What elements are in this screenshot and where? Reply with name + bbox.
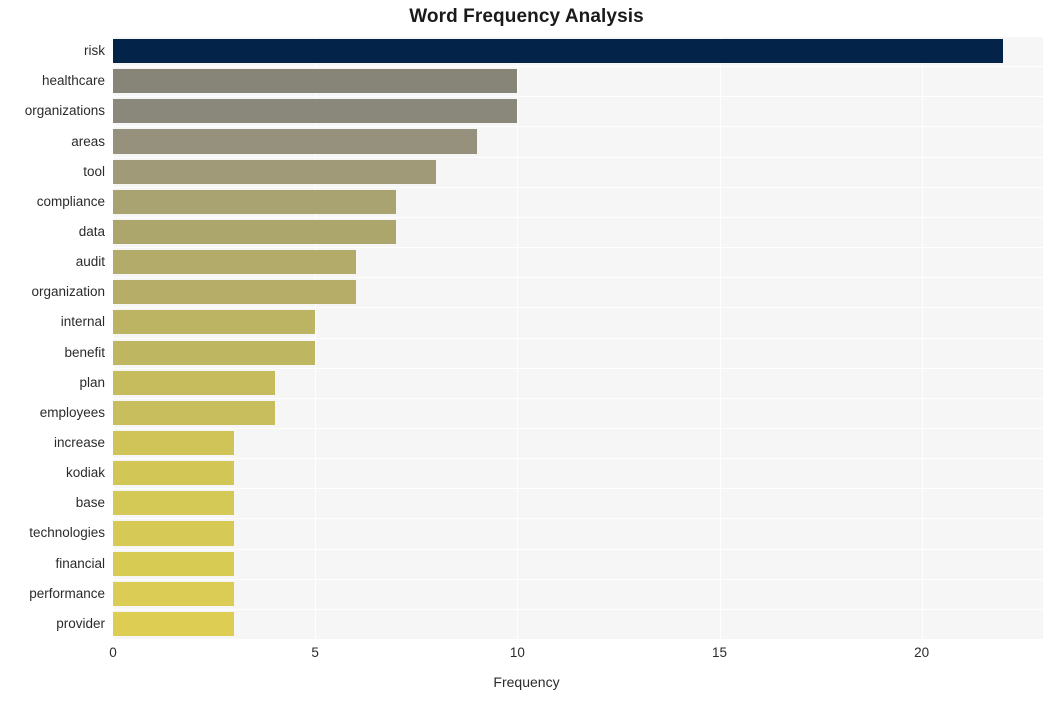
y-axis-tick-label: areas <box>71 133 105 149</box>
bar[interactable] <box>113 461 235 486</box>
bar[interactable] <box>113 430 235 456</box>
bar[interactable] <box>113 400 275 425</box>
bar[interactable] <box>113 189 397 214</box>
horizontal-gridline <box>113 639 1043 640</box>
y-axis-tick-label: benefit <box>64 344 105 360</box>
y-axis-tick-label: organization <box>31 284 105 300</box>
y-axis-tick-label: provider <box>56 615 105 631</box>
bar[interactable] <box>113 581 235 606</box>
y-axis-tick-label: employees <box>39 404 105 420</box>
x-axis-label: Frequency <box>493 674 560 690</box>
bar[interactable] <box>113 250 356 275</box>
bar[interactable] <box>113 219 397 245</box>
x-axis-tick-labels: 0 5 10 15 20 <box>109 645 1043 665</box>
y-axis-tick-label: data <box>78 223 105 239</box>
bar-series <box>113 36 1043 639</box>
bar[interactable] <box>113 491 235 516</box>
y-axis-tick-label: organizations <box>24 103 105 119</box>
x-axis-tick-label: 10 <box>509 645 525 660</box>
y-axis-tick-label: financial <box>55 555 105 571</box>
bar[interactable] <box>113 340 316 365</box>
bar[interactable] <box>113 551 235 576</box>
chart-title: Word Frequency Analysis <box>409 6 644 27</box>
y-axis-tick-label: audit <box>75 254 105 270</box>
x-axis-tick-label: 0 <box>109 645 117 660</box>
bar[interactable] <box>113 69 518 94</box>
y-axis-tick-label: performance <box>29 585 105 601</box>
bar[interactable] <box>113 159 437 184</box>
bar[interactable] <box>113 99 518 124</box>
bar[interactable] <box>113 521 235 546</box>
y-axis-tick-label: tool <box>83 163 105 179</box>
y-axis-tick-label: technologies <box>29 525 105 541</box>
y-axis-tick-label: risk <box>84 43 105 59</box>
y-axis-tick-label: kodiak <box>65 465 105 481</box>
bar[interactable] <box>113 39 1003 64</box>
plot-area <box>113 36 1043 640</box>
y-axis-tick-label: increase <box>53 435 105 451</box>
bar[interactable] <box>113 370 275 395</box>
y-axis-tick-label: compliance <box>36 193 105 209</box>
y-axis-tick-label: internal <box>60 314 105 330</box>
y-axis-tick-label: base <box>75 495 105 511</box>
bar[interactable] <box>113 280 356 305</box>
x-axis-tick-label: 20 <box>914 645 930 660</box>
y-axis-tick-label: plan <box>79 374 105 390</box>
x-axis-tick-label: 5 <box>311 645 319 660</box>
bar[interactable] <box>113 310 316 335</box>
y-axis-tick-label: healthcare <box>41 73 105 89</box>
y-axis-tick-labels: risk healthcare organizations areas tool comp… <box>0 36 105 639</box>
chart-figure: Word Frequency Analysis risk healthcare or… <box>0 0 1053 701</box>
bar[interactable] <box>113 129 477 154</box>
bar[interactable] <box>113 611 235 636</box>
x-axis-tick-label: 15 <box>712 645 728 660</box>
